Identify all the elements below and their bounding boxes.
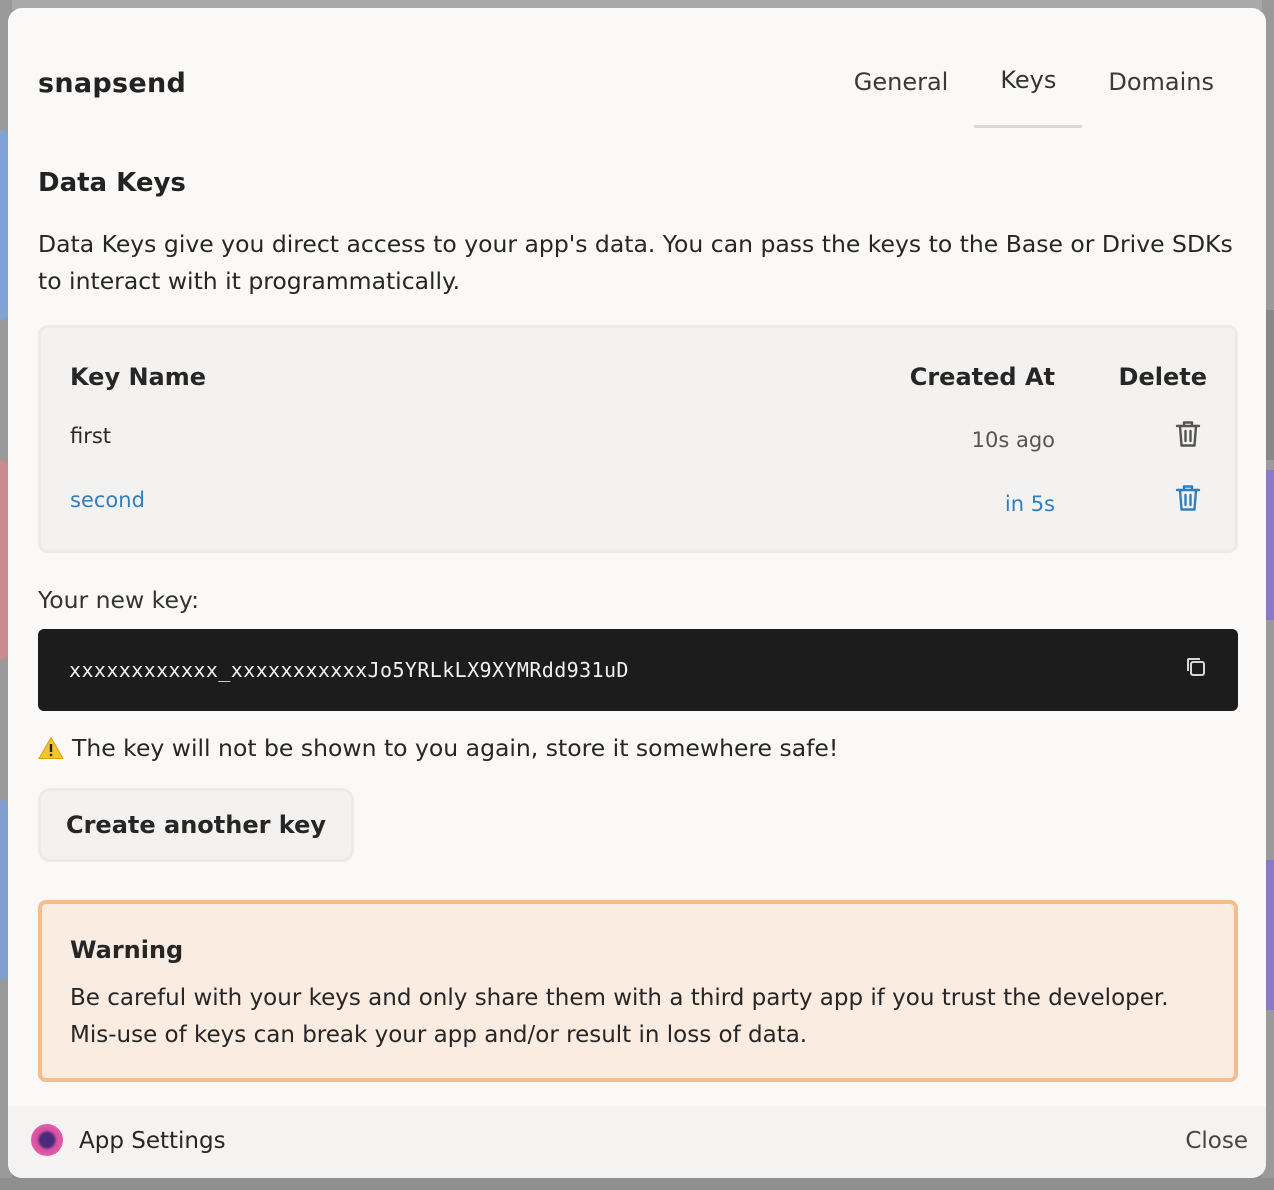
section-title: Data Keys (38, 168, 186, 198)
new-key-label: Your new key: (38, 586, 200, 614)
copy-key-button[interactable] (1184, 655, 1208, 679)
warning-title: Warning (70, 936, 184, 964)
section-description: Data Keys give you direct access to your… (38, 230, 1233, 295)
tab-general[interactable]: General (828, 60, 975, 128)
background-bottom (0, 1178, 1274, 1190)
trash-icon (1175, 485, 1201, 511)
close-button[interactable]: Close (1185, 1128, 1248, 1154)
keys-content: Data Keys Data Keys give you direct acce… (38, 168, 1238, 1082)
copy-icon (1187, 658, 1205, 676)
app-settings-modal: snapsend General Keys Domains Data Keys … (8, 8, 1266, 1178)
key-row-name: first (70, 424, 112, 448)
column-header-delete: Delete (1118, 363, 1207, 391)
key-row-created-at: 10s ago (971, 428, 1055, 452)
new-key-value[interactable]: xxxxxxxxxxxx_xxxxxxxxxxxJo5YRLkLX9XYMRdd… (69, 658, 629, 682)
delete-key-button[interactable] (1174, 419, 1202, 449)
warning-callout: Warning Be careful with your keys and on… (38, 900, 1238, 1082)
key-row-name: second (70, 488, 145, 512)
trash-icon (1175, 421, 1201, 447)
column-header-key-name: Key Name (70, 363, 207, 391)
key-notice: The key will not be shown to you again, … (38, 734, 838, 762)
tab-keys[interactable]: Keys (974, 60, 1083, 128)
footer-title: App Settings (79, 1128, 226, 1154)
tab-domains[interactable]: Domains (1082, 60, 1240, 128)
delete-key-button[interactable] (1174, 483, 1202, 513)
app-logo (31, 1124, 63, 1156)
warning-icon (38, 737, 64, 759)
modal-header: snapsend General Keys Domains (8, 8, 1266, 130)
keys-table: Key Name Created At Delete first 10s ago… (38, 325, 1238, 553)
app-name: snapsend (38, 68, 187, 99)
new-key-box: xxxxxxxxxxxx_xxxxxxxxxxxJo5YRLkLX9XYMRdd… (38, 629, 1238, 711)
modal-footer: App Settings Close (8, 1106, 1266, 1178)
key-notice-text: The key will not be shown to you again, … (72, 734, 839, 762)
column-header-created-at: Created At (909, 363, 1055, 391)
tab-bar: General Keys Domains (828, 60, 1240, 128)
create-another-key-button[interactable]: Create another key (38, 788, 354, 862)
key-row-created-at: in 5s (1004, 492, 1055, 516)
warning-text: Be careful with your keys and only share… (70, 985, 1169, 1048)
